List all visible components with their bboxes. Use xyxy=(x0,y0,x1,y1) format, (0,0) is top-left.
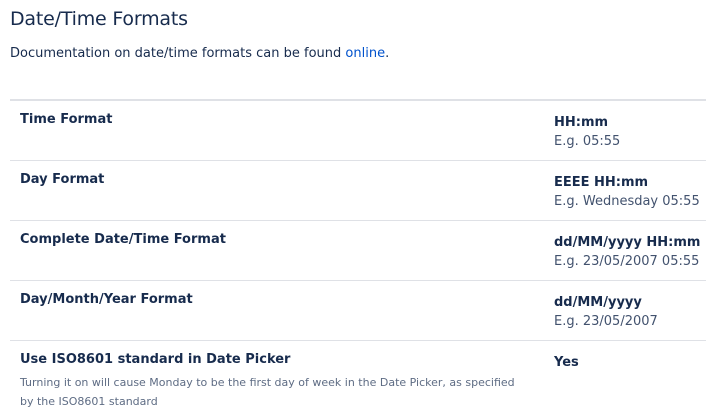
label-cell: Complete Date/Time Format xyxy=(10,220,544,281)
setting-description: Turning it on will cause Monday to be th… xyxy=(20,376,515,408)
table-row-time-format: Time Format HH:mm E.g. 05:55 xyxy=(10,100,706,161)
date-time-settings-table: Time Format HH:mm E.g. 05:55 Day Format … xyxy=(10,99,706,411)
setting-example: E.g. 23/05/2007 xyxy=(554,314,658,329)
label-cell: Time Format xyxy=(10,100,544,161)
setting-example: E.g. 05:55 xyxy=(554,134,621,149)
setting-value: dd/MM/yyyy HH:mm xyxy=(554,235,701,250)
setting-label: Day Format xyxy=(20,172,105,187)
page-title: Date/Time Formats xyxy=(10,8,188,30)
label-cell: Day/Month/Year Format xyxy=(10,280,544,341)
table-row-dmy-format: Day/Month/Year Format dd/MM/yyyy E.g. 23… xyxy=(10,280,706,341)
table-row-day-format: Day Format EEEE HH:mm E.g. Wednesday 05:… xyxy=(10,160,706,221)
intro-text-end: . xyxy=(385,46,390,61)
value-cell: dd/MM/yyyy E.g. 23/05/2007 xyxy=(544,280,706,341)
setting-label: Use ISO8601 standard in Date Picker xyxy=(20,352,291,367)
online-docs-link[interactable]: online xyxy=(345,46,385,61)
setting-label: Day/Month/Year Format xyxy=(20,292,193,307)
table-row-complete-format: Complete Date/Time Format dd/MM/yyyy HH:… xyxy=(10,220,706,281)
setting-value: EEEE HH:mm xyxy=(554,175,649,190)
table-row-iso8601: Use ISO8601 standard in Date Picker Turn… xyxy=(10,341,706,412)
setting-value: dd/MM/yyyy xyxy=(554,295,642,310)
intro-text-body: Documentation on date/time formats can b… xyxy=(10,46,346,61)
setting-value: Yes xyxy=(554,355,579,370)
setting-value: HH:mm xyxy=(554,115,609,130)
value-cell: HH:mm E.g. 05:55 xyxy=(544,100,706,161)
value-cell: EEEE HH:mm E.g. Wednesday 05:55 xyxy=(544,160,706,221)
setting-example: E.g. 23/05/2007 05:55 xyxy=(554,254,700,269)
label-cell: Use ISO8601 standard in Date Picker Turn… xyxy=(10,341,544,412)
value-cell: Yes xyxy=(544,341,706,412)
setting-label: Time Format xyxy=(20,112,113,127)
setting-example: E.g. Wednesday 05:55 xyxy=(554,194,700,209)
setting-label: Complete Date/Time Format xyxy=(20,232,226,247)
label-cell: Day Format xyxy=(10,160,544,221)
intro-text: Documentation on date/time formats can b… xyxy=(10,46,389,61)
value-cell: dd/MM/yyyy HH:mm E.g. 23/05/2007 05:55 xyxy=(544,220,706,281)
